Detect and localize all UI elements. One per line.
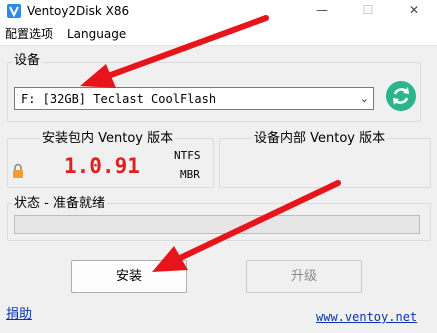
maximize-button[interactable]: ☐ <box>345 0 391 22</box>
device-version-group: 设备内部 Ventoy 版本 <box>219 131 431 188</box>
minimize-button[interactable]: — <box>299 0 345 22</box>
lock-icon <box>13 163 23 178</box>
partition-style-value: MBR <box>180 168 200 181</box>
status-label: 状态 - 准备就绪 <box>12 196 107 212</box>
device-select-value: F: [32GB] Teclast CoolFlash <box>21 92 217 106</box>
device-group: 设备 F: [32GB] Teclast CoolFlash ⌄ <box>7 53 421 122</box>
update-button[interactable]: 升级 <box>246 260 362 293</box>
chevron-down-icon: ⌄ <box>359 92 369 105</box>
window-title: Ventoy2Disk X86 <box>27 4 130 18</box>
refresh-button[interactable] <box>386 81 416 111</box>
menu-bar: 配置选项 Language <box>0 22 437 46</box>
package-version-value: 1.0.91 <box>64 154 140 178</box>
status-group: 状态 - 准备就绪 <box>7 196 431 241</box>
install-button[interactable]: 安装 <box>71 260 187 293</box>
device-select[interactable]: F: [32GB] Teclast CoolFlash ⌄ <box>14 87 374 110</box>
donate-link[interactable]: 捐助 <box>6 307 32 323</box>
progress-bar <box>14 215 420 234</box>
close-button[interactable]: ✕ <box>391 0 437 22</box>
device-group-label: 设备 <box>12 53 43 69</box>
device-version-label: 设备内部 Ventoy 版本 <box>252 131 388 147</box>
title-bar: Ventoy2Disk X86 — ☐ ✕ <box>0 0 437 22</box>
package-version-group: 安装包内 Ventoy 版本 1.0.91 NTFS MBR <box>7 131 214 188</box>
menu-options[interactable]: 配置选项 <box>5 26 53 42</box>
refresh-icon <box>393 87 409 105</box>
menu-language[interactable]: Language <box>67 26 126 42</box>
filesystem-value: NTFS <box>174 149 201 162</box>
package-version-label: 安装包内 Ventoy 版本 <box>40 131 176 147</box>
website-link[interactable]: www.ventoy.net <box>316 309 417 325</box>
ventoy-app-icon <box>7 4 21 18</box>
